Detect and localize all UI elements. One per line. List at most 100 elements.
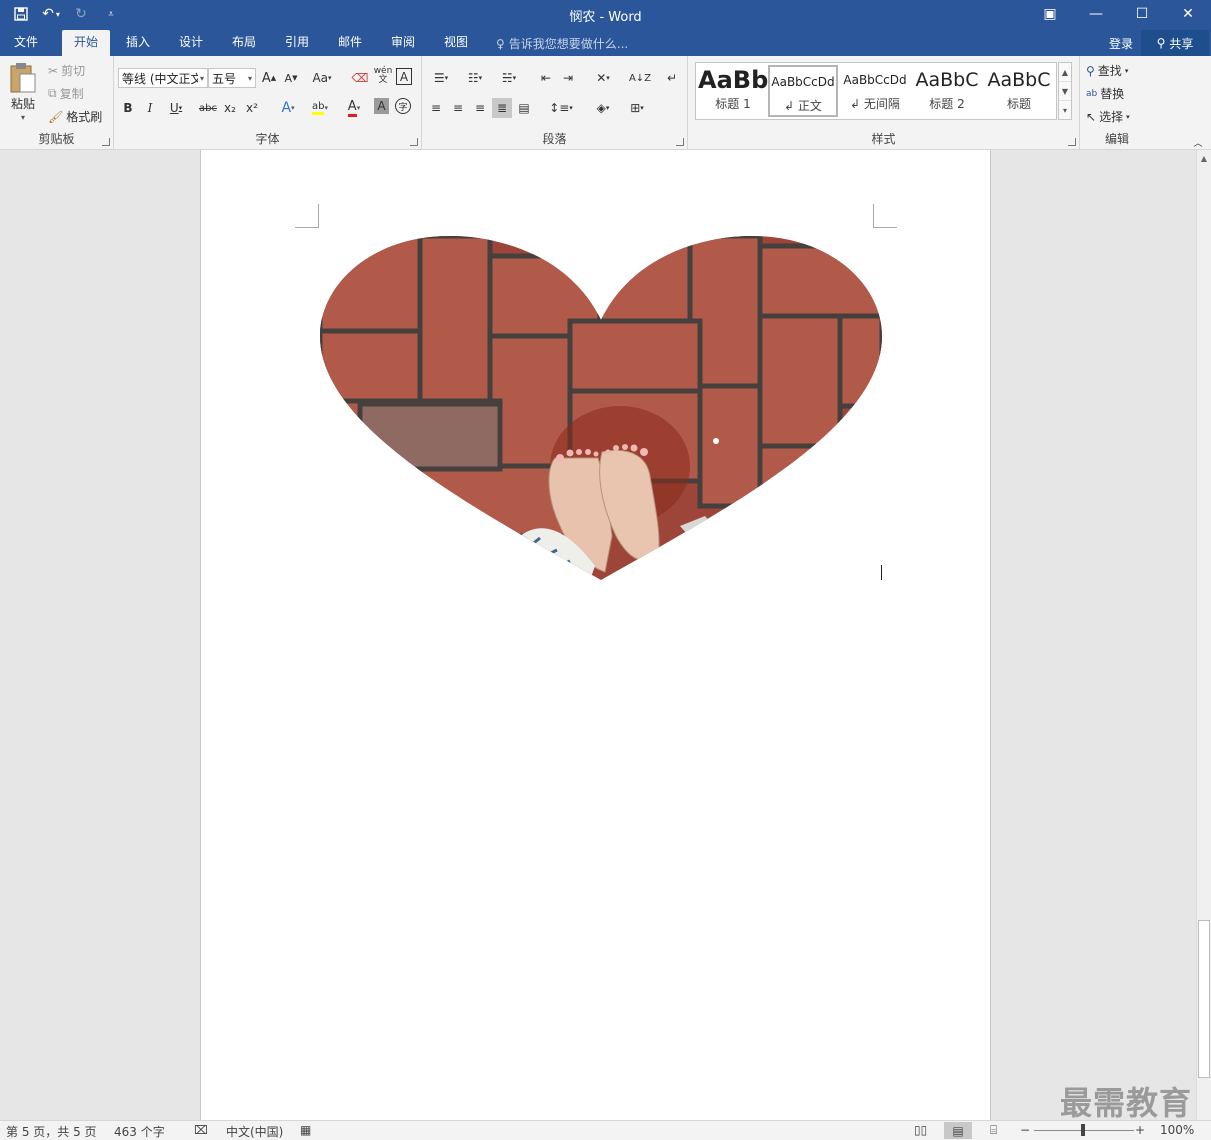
login-link[interactable]: 登录: [1109, 35, 1133, 52]
justify-button[interactable]: ≣: [492, 98, 512, 118]
styles-group-label: 样式: [871, 132, 896, 146]
font-launcher-icon[interactable]: [410, 138, 418, 146]
tab-design[interactable]: 设计: [167, 30, 215, 56]
character-border-button[interactable]: A: [396, 68, 412, 85]
phonetic-guide-button[interactable]: wén 文: [373, 66, 393, 86]
gallery-more-icon[interactable]: ▾: [1059, 101, 1071, 120]
show-hide-marks-button[interactable]: ↵: [662, 68, 682, 88]
sort-button[interactable]: A↓Z: [629, 68, 651, 88]
zoom-out-button[interactable]: −: [1020, 1123, 1030, 1137]
tell-me-box[interactable]: ♀ 告诉我您想要做什么...: [496, 35, 628, 52]
paste-button[interactable]: 粘贴 ▾: [8, 62, 38, 122]
shrink-font-button[interactable]: A ▼: [281, 68, 301, 88]
zoom-slider-thumb[interactable]: [1081, 1124, 1085, 1136]
borders-button[interactable]: ⊞ ▾: [622, 98, 652, 118]
paragraph-group: ☰ ▾ ☷ ▾ ☵ ▾ ⇤ ⇥ ✕ ▾ A↓Z ↵ ≡ ≡ ≡ ≣ ▤ ↕≡ ▾ ◈ ▾ ⊞…: [422, 56, 688, 150]
language-indicator[interactable]: 中文(中国): [226, 1123, 283, 1140]
chevron-down-icon: ▾: [247, 73, 252, 83]
word-count[interactable]: 463 个字: [114, 1123, 165, 1140]
subscript-button[interactable]: x₂: [220, 98, 240, 118]
clipboard-launcher-icon[interactable]: [102, 138, 110, 146]
style-no-spacing[interactable]: AaBbCcDd ↲ 无间隔: [840, 65, 910, 117]
macro-record-icon[interactable]: ▦: [300, 1123, 311, 1137]
web-layout-icon[interactable]: ⌸: [990, 1123, 997, 1138]
distributed-button[interactable]: ▤: [514, 98, 534, 118]
italic-button[interactable]: I: [140, 98, 160, 118]
change-case-button[interactable]: Aa ▾: [308, 68, 336, 88]
tab-file[interactable]: 文件: [2, 30, 50, 56]
style-name: 标题 1: [715, 97, 751, 111]
editing-group: ⚲ 查找 ▾ ab 替换 ↖ 选择 ▾ 编辑: [1080, 56, 1154, 150]
scroll-up-icon[interactable]: ▲: [1197, 152, 1211, 166]
tab-mailings[interactable]: 邮件: [326, 30, 374, 56]
paint-bucket-icon: ◈: [596, 101, 606, 115]
zoom-in-button[interactable]: +: [1135, 1123, 1145, 1137]
style-heading-1[interactable]: AaBb 标题 1: [698, 65, 768, 117]
clear-formatting-icon[interactable]: ⌫: [350, 68, 370, 88]
page-count[interactable]: 第 5 页，共 5 页: [6, 1123, 97, 1140]
superscript-button[interactable]: x²: [242, 98, 262, 118]
align-right-button[interactable]: ≡: [470, 98, 490, 118]
bold-button[interactable]: B: [118, 98, 138, 118]
zoom-level[interactable]: 100%: [1160, 1123, 1194, 1137]
scrollbar-thumb[interactable]: [1198, 920, 1210, 1078]
strikethrough-button[interactable]: abc: [196, 98, 220, 118]
tab-home[interactable]: 开始: [62, 30, 111, 56]
styles-gallery-scroll: ▲ ▼ ▾: [1058, 62, 1072, 120]
document-area[interactable]: [0, 150, 1196, 1120]
align-center-button[interactable]: ≡: [448, 98, 468, 118]
grow-font-button[interactable]: A ▲: [259, 68, 279, 88]
share-button[interactable]: ⚲ 共享: [1141, 30, 1209, 56]
select-button[interactable]: ↖ 选择 ▾: [1086, 108, 1130, 125]
style-name-text: 正文: [797, 99, 822, 113]
heart-shaped-photo[interactable]: [320, 236, 882, 580]
style-normal[interactable]: AaBbCcDd ↲ 正文: [768, 65, 838, 117]
gallery-down-icon[interactable]: ▼: [1059, 82, 1071, 101]
underline-button[interactable]: U ▾: [162, 98, 190, 118]
bullets-button[interactable]: ☰ ▾: [426, 68, 456, 88]
font-name-combo[interactable]: 等线 (中文正文 ▾: [118, 68, 208, 88]
line-spacing-button[interactable]: ↕≡ ▾: [546, 98, 576, 118]
read-mode-icon[interactable]: ▯▯: [914, 1123, 927, 1137]
increase-indent-button[interactable]: ⇥: [558, 68, 578, 88]
tab-view[interactable]: 视图: [432, 30, 480, 56]
gallery-up-icon[interactable]: ▲: [1059, 63, 1071, 82]
find-button[interactable]: ⚲ 查找 ▾: [1086, 62, 1128, 79]
character-shading-button[interactable]: A: [374, 98, 389, 114]
replace-button[interactable]: ab 替换: [1086, 85, 1124, 102]
scissors-icon: ✂: [48, 63, 59, 78]
text-effects-button[interactable]: A ▾: [274, 98, 302, 118]
highlight-button[interactable]: ab ▾: [306, 98, 334, 118]
align-left-button[interactable]: ≡: [426, 98, 446, 118]
paste-label: 粘贴: [10, 97, 35, 111]
tab-layout[interactable]: 布局: [220, 30, 268, 56]
vertical-scrollbar[interactable]: ▲: [1196, 150, 1211, 1120]
print-layout-icon[interactable]: ▤: [944, 1122, 972, 1139]
shading-button[interactable]: ◈ ▾: [588, 98, 618, 118]
chinese-layout-button[interactable]: ✕ ▾: [588, 68, 618, 88]
collapse-ribbon-icon[interactable]: ︿: [1188, 132, 1208, 152]
font-color-button[interactable]: A ▾: [340, 98, 368, 118]
tab-insert[interactable]: 插入: [114, 30, 162, 56]
format-painter-button[interactable]: 🖌 格式刷: [48, 108, 102, 125]
document-page[interactable]: [200, 150, 991, 1120]
enclose-characters-button[interactable]: 字: [395, 98, 411, 114]
paragraph-launcher-icon[interactable]: [676, 138, 684, 146]
maximize-button[interactable]: ☐: [1119, 0, 1165, 28]
decrease-indent-button[interactable]: ⇤: [536, 68, 556, 88]
numbering-button[interactable]: ☷ ▾: [460, 68, 490, 88]
copy-button[interactable]: ⧉ 复制: [48, 85, 84, 102]
close-button[interactable]: ✕: [1165, 0, 1211, 28]
tab-references[interactable]: 引用: [273, 30, 321, 56]
tab-review[interactable]: 审阅: [379, 30, 427, 56]
multilevel-list-button[interactable]: ☵ ▾: [494, 68, 524, 88]
font-size-combo[interactable]: 五号 ▾: [208, 68, 256, 88]
minimize-button[interactable]: —: [1073, 0, 1119, 28]
style-title[interactable]: AaBbC 标题: [984, 65, 1054, 117]
styles-launcher-icon[interactable]: [1068, 138, 1076, 146]
proofing-icon[interactable]: ⌧: [194, 1123, 208, 1137]
cut-button[interactable]: ✂ 剪切: [48, 62, 85, 79]
style-preview: AaBbCcDd: [843, 73, 907, 87]
style-heading-2[interactable]: AaBbC 标题 2: [912, 65, 982, 117]
ribbon-display-options-button[interactable]: ▣: [1027, 0, 1073, 28]
